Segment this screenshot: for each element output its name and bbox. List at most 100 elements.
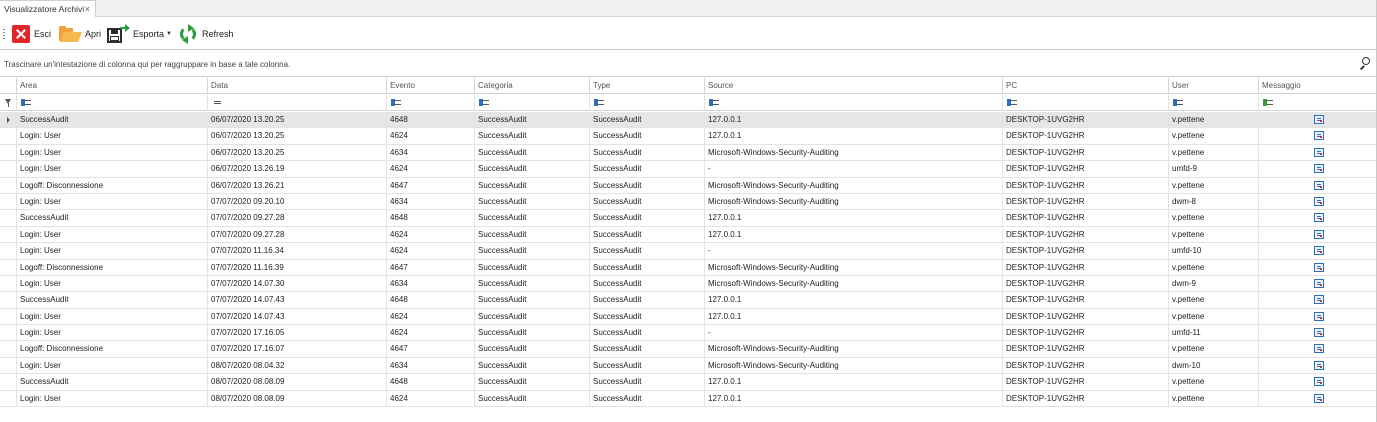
cell-pc: DESKTOP-1UVG2HR: [1002, 325, 1168, 342]
message-detail-icon[interactable]: [1314, 196, 1324, 206]
search-icon[interactable]: [1359, 57, 1371, 70]
cell-type: SuccessAudit: [589, 292, 704, 309]
table-row[interactable]: SuccessAudit 07/07/2020 09.27.28 4648 Succe…: [0, 210, 1377, 227]
cell-user: v.pettene: [1168, 259, 1258, 276]
cell-pc: DESKTOP-1UVG2HR: [1002, 226, 1168, 243]
cell-user: v.pettene: [1168, 177, 1258, 194]
open-button[interactable]: Apri: [59, 22, 101, 46]
filter-cell-source[interactable]: [704, 95, 1002, 111]
table-row[interactable]: Login: User 08/07/2020 08.08.09 4624 Succes…: [0, 390, 1377, 408]
message-detail-icon[interactable]: [1314, 164, 1324, 174]
save-export-icon: [107, 24, 130, 44]
message-detail-icon[interactable]: [1314, 115, 1324, 124]
cell-messaggio: [1258, 226, 1376, 243]
refresh-button[interactable]: Refresh: [178, 22, 234, 46]
cell-pc: DESKTOP-1UVG2HR: [1002, 161, 1168, 178]
cell-categoria: SuccessAudit: [474, 357, 589, 374]
message-detail-icon[interactable]: [1314, 229, 1324, 239]
message-detail-icon[interactable]: [1314, 393, 1324, 403]
table-row[interactable]: Login: User 06/07/2020 13.20.25 4624 Succes…: [0, 128, 1377, 145]
cell-data: 06/07/2020 13.20.25: [207, 128, 386, 145]
close-icon[interactable]: ×: [85, 4, 90, 14]
cell-source: 127.0.0.1: [704, 374, 1002, 391]
table-row[interactable]: Login: User 07/07/2020 09.27.28 4624 Succes…: [0, 226, 1377, 244]
table-row[interactable]: SuccessAudit 08/07/2020 08.08.09 4648 Succe…: [0, 374, 1377, 391]
table-row[interactable]: Logoff: Disconnessione 06/07/2020 13.26.2…: [0, 177, 1377, 194]
table-row[interactable]: Login: User 07/07/2020 09.20.10 4634 Succes…: [0, 193, 1377, 211]
table-row[interactable]: Login: User 07/07/2020 14.07.43 4624 Succes…: [0, 308, 1377, 326]
cell-area: Login: User: [16, 308, 207, 325]
message-detail-icon[interactable]: [1314, 147, 1324, 157]
exit-button[interactable]: Esci: [12, 22, 51, 46]
cell-evento: 4624: [386, 390, 474, 407]
column-header-type[interactable]: Type: [589, 78, 704, 94]
cell-pc: DESKTOP-1UVG2HR: [1002, 177, 1168, 194]
group-by-panel[interactable]: Trascinare un'intestazione di colonna qu…: [0, 51, 1377, 77]
message-detail-icon[interactable]: [1314, 344, 1324, 354]
cell-data: 07/07/2020 14.07.43: [207, 292, 386, 309]
cell-categoria: SuccessAudit: [474, 341, 589, 358]
cell-evento: 4624: [386, 325, 474, 342]
table-row[interactable]: Login: User 07/07/2020 11.16.34 4624 Succes…: [0, 243, 1377, 260]
filter-cell-messaggio[interactable]: [1258, 95, 1376, 111]
filter-cell-user[interactable]: [1168, 95, 1258, 111]
cell-user: dwm-9: [1168, 275, 1258, 292]
tab-visualizzatore-archivi[interactable]: Visualizzatore Archivi ×: [0, 0, 96, 17]
cell-categoria: SuccessAudit: [474, 259, 589, 276]
table-row[interactable]: Login: User 07/07/2020 17.16.05 4624 Succes…: [0, 325, 1377, 342]
column-header-messaggio[interactable]: Messaggio: [1258, 78, 1376, 94]
column-header-user[interactable]: User: [1168, 78, 1258, 94]
message-detail-icon[interactable]: [1314, 262, 1324, 272]
message-detail-icon[interactable]: [1314, 377, 1324, 387]
column-header-area[interactable]: Area: [16, 78, 207, 94]
abc-filter-icon: [479, 99, 491, 107]
table-row[interactable]: Logoff: Disconnessione 07/07/2020 11.16.3…: [0, 259, 1377, 276]
message-detail-icon[interactable]: [1314, 295, 1324, 305]
cell-user: v.pettene: [1168, 341, 1258, 358]
cell-source: Microsoft-Windows-Security-Auditing: [704, 341, 1002, 358]
filter-cell-area[interactable]: [16, 95, 207, 111]
table-row[interactable]: Login: User 06/07/2020 13.26.19 4624 Succes…: [0, 161, 1377, 178]
table-row[interactable]: SuccessAudit 06/07/2020 13.20.25 4648 Succe…: [0, 112, 1377, 129]
message-detail-icon[interactable]: [1314, 180, 1324, 190]
column-header-pc[interactable]: PC: [1002, 78, 1168, 94]
table-row[interactable]: Logoff: Disconnessione 07/07/2020 17.16.0…: [0, 341, 1377, 358]
cell-source: 127.0.0.1: [704, 112, 1002, 128]
cell-source: Microsoft-Windows-Security-Auditing: [704, 144, 1002, 161]
cell-pc: DESKTOP-1UVG2HR: [1002, 292, 1168, 309]
filter-cell-pc[interactable]: [1002, 95, 1168, 111]
filter-cell-evento[interactable]: [386, 95, 474, 111]
column-header-data[interactable]: Data: [207, 78, 386, 94]
cell-messaggio: [1258, 144, 1376, 161]
export-button[interactable]: Esporta ▼: [107, 22, 172, 46]
cell-area: Login: User: [16, 144, 207, 161]
table-row[interactable]: Login: User 08/07/2020 08.04.32 4634 Succes…: [0, 357, 1377, 375]
cell-categoria: SuccessAudit: [474, 292, 589, 309]
message-detail-icon[interactable]: [1314, 360, 1324, 370]
cell-categoria: SuccessAudit: [474, 144, 589, 161]
message-detail-icon[interactable]: [1314, 311, 1324, 321]
column-header-source[interactable]: Source: [704, 78, 1002, 94]
cell-messaggio: [1258, 259, 1376, 276]
message-detail-icon[interactable]: [1314, 131, 1324, 141]
cell-source: Microsoft-Windows-Security-Auditing: [704, 357, 1002, 374]
cell-area: Login: User: [16, 193, 207, 210]
message-detail-icon[interactable]: [1314, 246, 1324, 256]
message-detail-icon[interactable]: [1314, 278, 1324, 288]
filter-cell-type[interactable]: [589, 95, 704, 111]
cell-messaggio: [1258, 357, 1376, 374]
table-row[interactable]: Login: User 07/07/2020 14.07.30 4634 Succes…: [0, 275, 1377, 293]
filter-cell-categoria[interactable]: [474, 95, 589, 111]
message-detail-icon[interactable]: [1314, 328, 1324, 338]
column-header-evento[interactable]: Evento: [386, 78, 474, 94]
toolbar-grip-icon[interactable]: [3, 29, 5, 39]
column-header-categoria[interactable]: Categoria: [474, 78, 589, 94]
filter-funnel-icon[interactable]: [5, 99, 11, 107]
cell-source: Microsoft-Windows-Security-Auditing: [704, 275, 1002, 292]
message-detail-icon[interactable]: [1314, 213, 1324, 223]
cell-pc: DESKTOP-1UVG2HR: [1002, 341, 1168, 358]
filter-cell-data[interactable]: [207, 95, 386, 111]
cell-user: dwm-10: [1168, 357, 1258, 374]
table-row[interactable]: SuccessAudit 07/07/2020 14.07.43 4648 Succe…: [0, 292, 1377, 309]
table-row[interactable]: Login: User 06/07/2020 13.20.25 4634 Succes…: [0, 144, 1377, 162]
